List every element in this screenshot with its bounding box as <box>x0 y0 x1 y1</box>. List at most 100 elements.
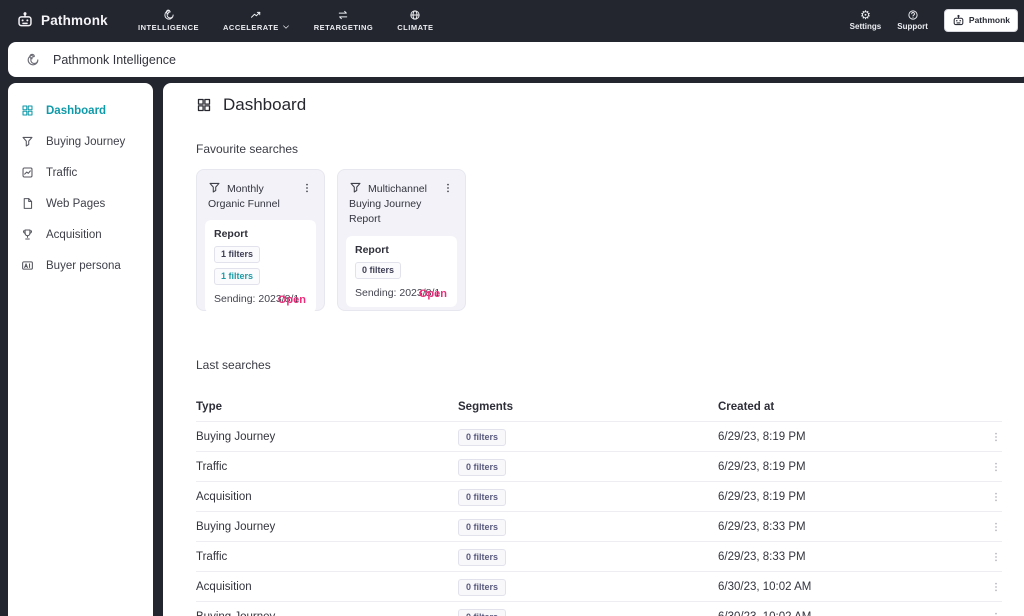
sidebar-item-buying-journey[interactable]: Buying Journey <box>8 126 153 157</box>
sidebar-item-acquisition[interactable]: Acquisition <box>8 219 153 250</box>
table-row[interactable]: Traffic 0 filters 6/29/23, 8:33 PM <box>196 542 1002 572</box>
row-created-at: 6/29/23, 8:19 PM <box>718 461 976 473</box>
filter-badge: 0 filters <box>355 262 401 279</box>
table-header-row: Type Segments Created at <box>196 392 1002 422</box>
table-row[interactable]: Buying Journey 0 filters 6/29/23, 8:19 P… <box>196 422 1002 452</box>
row-type: Buying Journey <box>196 431 458 443</box>
card-open-link[interactable]: Open <box>419 288 447 300</box>
page-header: Dashboard <box>196 95 1002 115</box>
sidebar: Dashboard Buying Journey Traffic Web Pag… <box>8 83 153 616</box>
row-menu-button[interactable] <box>990 491 1002 503</box>
favourite-search-card: Multichannel Buying Journey Report Repor… <box>337 169 466 311</box>
card-body: Report 0 filters Sending: 2023/8/1 Open <box>346 236 457 307</box>
row-segments-badge: 0 filters <box>458 579 506 596</box>
row-type: Buying Journey <box>196 521 458 533</box>
product-title: Pathmonk Intelligence <box>53 53 176 67</box>
sidebar-item-web-pages[interactable]: Web Pages <box>8 188 153 219</box>
row-created-at: 6/29/23, 8:33 PM <box>718 551 976 563</box>
account-button[interactable]: Pathmonk <box>944 9 1018 32</box>
page-title: Dashboard <box>223 95 306 115</box>
column-header-segments: Segments <box>458 401 718 413</box>
row-menu-button[interactable] <box>990 521 1002 533</box>
row-segments-badge: 0 filters <box>458 459 506 476</box>
filter-badge: 1 filters <box>214 246 260 263</box>
favourite-searches-heading: Favourite searches <box>196 142 1002 156</box>
nav-item-climate[interactable]: CLIMATE <box>397 9 433 32</box>
card-badges: 1 filters1 filters <box>214 246 307 285</box>
row-type: Traffic <box>196 461 458 473</box>
row-menu-button[interactable] <box>990 461 1002 473</box>
card-open-link[interactable]: Open <box>278 294 306 306</box>
row-created-at: 6/30/23, 10:02 AM <box>718 581 976 593</box>
trend-up-icon <box>250 9 262 21</box>
settings-button[interactable]: ⚙ Settings <box>850 9 882 31</box>
grid-icon <box>21 104 34 117</box>
funnel-icon <box>21 135 34 148</box>
support-button[interactable]: Support <box>897 9 928 31</box>
nav-item-intelligence[interactable]: INTELLIGENCE <box>138 9 199 32</box>
intelligence-swirl-icon <box>163 9 175 21</box>
sidebar-nav: Dashboard Buying Journey Traffic Web Pag… <box>8 95 153 281</box>
row-menu-button[interactable] <box>990 551 1002 563</box>
support-label: Support <box>897 22 928 31</box>
chevron-down-icon <box>282 23 290 31</box>
row-segments-badge: 0 filters <box>458 429 506 446</box>
brand-name: Pathmonk <box>41 13 108 28</box>
table-row[interactable]: Acquisition 0 filters 6/29/23, 8:19 PM <box>196 482 1002 512</box>
row-segments-badge: 0 filters <box>458 519 506 536</box>
column-header-created-at: Created at <box>718 401 976 413</box>
main-panel: Dashboard Favourite searches Monthly Org… <box>163 83 1024 616</box>
nav-item-accelerate[interactable]: ACCELERATE <box>223 9 290 32</box>
app-screen: Pathmonk INTELLIGENCE ACCELERATE RETARGE… <box>0 0 1024 616</box>
page-icon <box>21 197 34 210</box>
favourite-search-card: Monthly Organic Funnel Report 1 filters1… <box>196 169 325 311</box>
robot-icon <box>952 14 965 27</box>
row-type: Buying Journey <box>196 611 458 616</box>
card-section-label: Report <box>214 228 307 240</box>
table-body: Buying Journey 0 filters 6/29/23, 8:19 P… <box>196 422 1002 616</box>
card-body: Report 1 filters1 filters Sending: 2023/… <box>205 220 316 313</box>
row-created-at: 6/29/23, 8:19 PM <box>718 491 976 503</box>
row-menu-button[interactable] <box>990 581 1002 593</box>
table-row[interactable]: Buying Journey 0 filters 6/29/23, 8:33 P… <box>196 512 1002 542</box>
product-bar: Pathmonk Intelligence <box>8 42 1024 77</box>
sidebar-item-dashboard[interactable]: Dashboard <box>8 95 153 126</box>
intelligence-swirl-icon <box>26 53 40 67</box>
table-row[interactable]: Buying Journey 0 filters 6/30/23, 10:02 … <box>196 602 1002 616</box>
row-menu-button[interactable] <box>990 611 1002 616</box>
card-header: Multichannel Buying Journey Report <box>338 170 465 234</box>
globe-icon <box>409 9 421 21</box>
card-badges: 0 filters <box>355 262 448 279</box>
row-segments-badge: 0 filters <box>458 549 506 566</box>
navbar-right: ⚙ Settings Support Pathmonk <box>850 0 1018 40</box>
sidebar-item-traffic[interactable]: Traffic <box>8 157 153 188</box>
pathmonk-logo[interactable]: Pathmonk <box>16 0 108 40</box>
table-row[interactable]: Traffic 0 filters 6/29/23, 8:19 PM <box>196 452 1002 482</box>
account-button-label: Pathmonk <box>969 15 1010 25</box>
top-navbar: Pathmonk INTELLIGENCE ACCELERATE RETARGE… <box>0 0 1024 40</box>
row-type: Acquisition <box>196 491 458 503</box>
persona-card-icon <box>21 259 34 272</box>
row-created-at: 6/29/23, 8:19 PM <box>718 431 976 443</box>
row-type: Acquisition <box>196 581 458 593</box>
settings-label: Settings <box>850 22 882 31</box>
card-header: Monthly Organic Funnel <box>197 170 324 218</box>
last-searches-heading: Last searches <box>196 358 1002 372</box>
gear-icon: ⚙ <box>860 9 871 21</box>
funnel-icon <box>349 181 362 194</box>
table-row[interactable]: Acquisition 0 filters 6/30/23, 10:02 AM <box>196 572 1002 602</box>
question-circle-icon <box>907 9 919 21</box>
column-header-type: Type <box>196 401 458 413</box>
nav-item-retargeting[interactable]: RETARGETING <box>314 9 374 32</box>
sidebar-item-buyer-persona[interactable]: Buyer persona <box>8 250 153 281</box>
primary-nav: INTELLIGENCE ACCELERATE RETARGETING CLIM… <box>138 0 434 40</box>
repeat-icon <box>337 9 349 21</box>
card-menu-button[interactable] <box>301 182 313 194</box>
last-searches-table: Type Segments Created at Buying Journey … <box>196 392 1002 616</box>
favourite-cards: Monthly Organic Funnel Report 1 filters1… <box>196 169 1002 311</box>
trophy-icon <box>21 228 34 241</box>
grid-icon <box>196 97 212 113</box>
chart-icon <box>21 166 34 179</box>
row-menu-button[interactable] <box>990 431 1002 443</box>
card-menu-button[interactable] <box>442 182 454 194</box>
